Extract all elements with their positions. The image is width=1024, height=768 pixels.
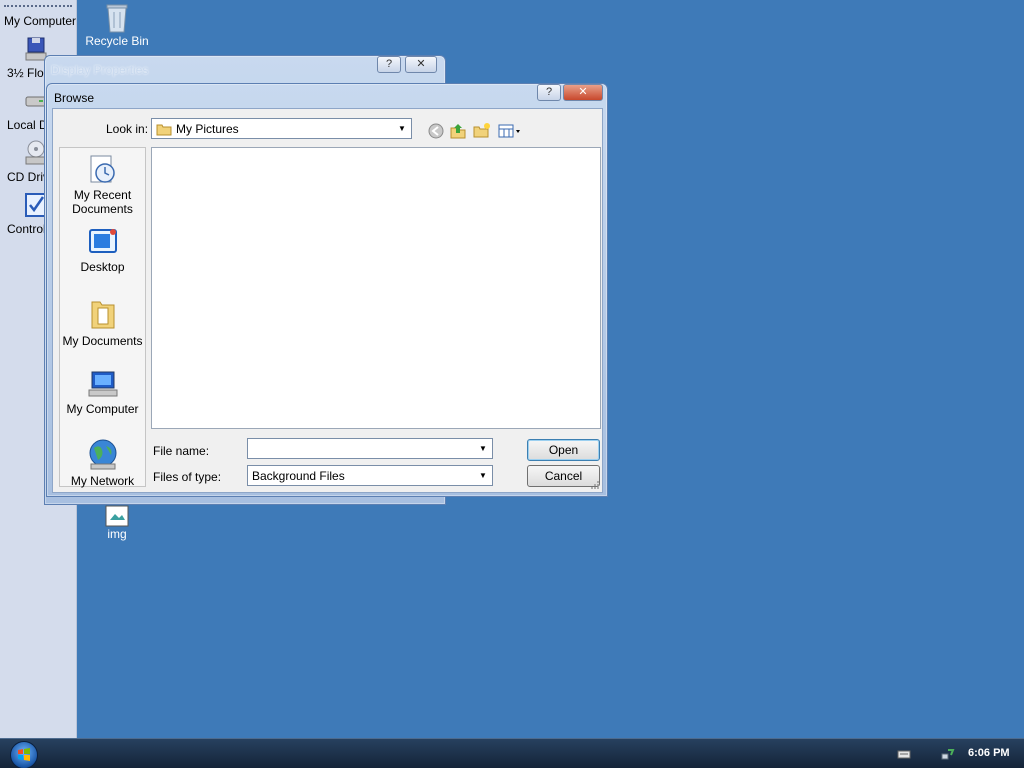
file-name-label: File name:	[153, 444, 210, 458]
my-documents-icon	[91, 301, 114, 329]
back-icon[interactable]	[426, 121, 446, 141]
open-button[interactable]: Open	[527, 439, 600, 461]
place-label: Desktop	[80, 260, 125, 274]
place-desktop[interactable]: Desktop	[60, 226, 145, 274]
place-my-recent-documents[interactable]: My Recent Documents	[60, 154, 145, 216]
place-label: My Network	[70, 474, 135, 488]
dialog-body: Look in: My Pictures ▼ My Recent Documen…	[52, 108, 603, 493]
recycle-bin-icon	[106, 4, 128, 33]
places-bar: My Recent Documents Desktop My Documents	[59, 147, 146, 488]
file-name-field[interactable]: ▼	[247, 438, 493, 459]
look-in-label: Look in:	[106, 122, 149, 136]
keyboard-icon[interactable]	[897, 747, 911, 761]
recent-documents-icon	[90, 155, 115, 183]
files-of-type-value: Background Files	[252, 469, 345, 483]
folder-icon	[156, 124, 172, 136]
desktop-icon-label: img	[107, 527, 127, 541]
taskbar: 6:06 PM	[0, 738, 1024, 768]
chevron-down-icon[interactable]: ▼	[477, 443, 489, 455]
panel-grip[interactable]	[4, 5, 72, 8]
desktop-icon-recycle-bin[interactable]: Recycle Bin	[82, 2, 152, 48]
chevron-down-icon: ▼	[479, 471, 487, 480]
place-label: My Recent Documents	[72, 188, 133, 216]
system-clock[interactable]: 6:06 PM	[968, 747, 1010, 759]
help-button[interactable]: ?	[377, 56, 401, 73]
window-title: Display Properties	[51, 63, 149, 77]
help-button[interactable]: ?	[537, 84, 561, 101]
chevron-down-icon: ▼	[398, 124, 406, 133]
side-item-label: Local D	[7, 118, 48, 132]
start-button[interactable]	[10, 741, 38, 768]
network-tray-icon[interactable]	[941, 747, 955, 761]
side-panel-title: My Computer	[4, 14, 77, 28]
network-icon	[89, 439, 116, 470]
look-in-dropdown[interactable]: My Pictures ▼	[151, 118, 412, 139]
files-of-type-dropdown[interactable]: Background Files ▼	[247, 465, 493, 486]
files-of-type-label: Files of type:	[153, 470, 222, 484]
place-my-computer[interactable]: My Computer	[60, 368, 145, 416]
look-in-value: My Pictures	[176, 122, 239, 136]
place-my-documents[interactable]: My Documents	[60, 296, 145, 348]
view-menu-icon	[498, 124, 520, 138]
place-label: My Computer	[66, 402, 139, 416]
place-my-network[interactable]: My Network	[60, 438, 145, 488]
close-button[interactable]: ✕	[563, 84, 603, 101]
side-item-label: Control	[7, 222, 46, 236]
close-button[interactable]: ✕	[405, 56, 437, 73]
place-label: My Documents	[62, 334, 143, 348]
desktop-icon-label: Recycle Bin	[85, 34, 149, 48]
view-menu-button[interactable]	[497, 121, 523, 141]
desktop-icon-img[interactable]: img	[82, 505, 152, 541]
browse-dialog: Browse ? ✕ Look in: My Pictures ▼ My Rec…	[46, 83, 608, 497]
desktop-icon	[88, 229, 117, 253]
my-computer-icon	[88, 371, 117, 397]
resize-grip-icon[interactable]	[590, 480, 600, 490]
image-file-icon	[105, 505, 129, 527]
up-folder-icon[interactable]	[448, 121, 468, 141]
dialog-title: Browse	[54, 91, 95, 105]
new-folder-icon[interactable]	[472, 121, 492, 141]
file-list[interactable]	[151, 147, 601, 429]
windows-logo-icon	[18, 748, 30, 761]
